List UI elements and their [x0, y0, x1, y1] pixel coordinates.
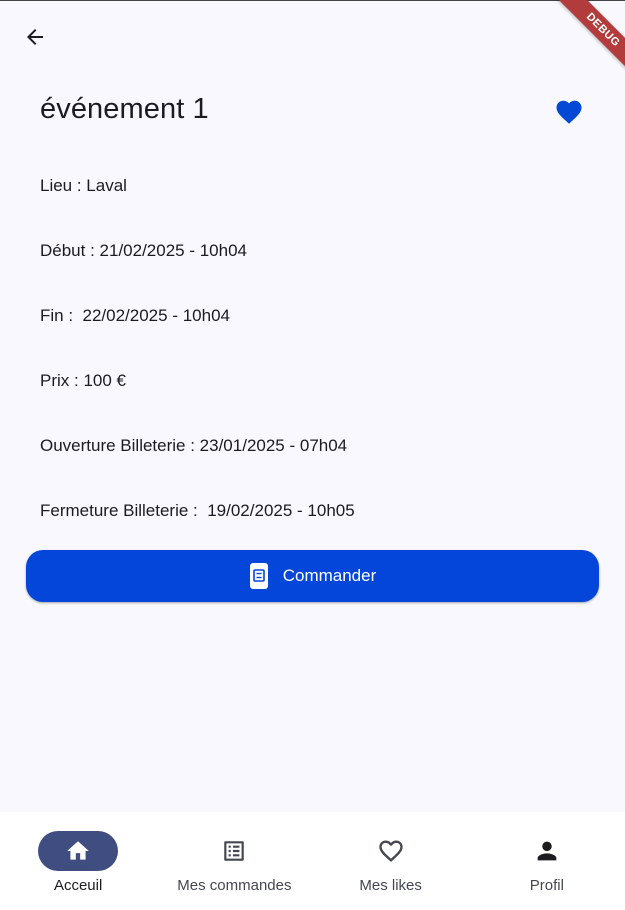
nav-item-mes-likes[interactable]: Mes likes	[313, 812, 469, 910]
nav-item-mes-commandes[interactable]: Mes commandes	[156, 812, 312, 910]
like-button[interactable]	[548, 92, 590, 132]
event-start-date: Début : 21/02/2025 - 10h04	[40, 241, 247, 260]
nav-label-profil: Profil	[529, 877, 564, 894]
debug-banner: DEBUG	[535, 0, 625, 90]
ticketing-opening-date: Ouverture Billeterie : 23/01/2025 - 07h0…	[40, 436, 348, 455]
order-button-label: Commander	[282, 566, 377, 585]
event-detail-screen: événement 1 Lieu : Laval Début : 21/02/2…	[0, 0, 625, 812]
nav-label-mes-likes: Mes likes	[359, 877, 422, 894]
list-alt-icon	[224, 841, 245, 861]
event-end-date: Fin : 22/02/2025 - 10h04	[40, 306, 230, 325]
heart-outline-icon	[378, 840, 403, 862]
bottom-navigation: Acceuil Mes commandes Mes likes Profil	[0, 812, 625, 910]
nav-active-indicator	[38, 831, 119, 871]
nav-label-mes-commandes: Mes commandes	[177, 877, 292, 894]
event-location: Lieu : Laval	[40, 176, 127, 195]
receipt-icon	[249, 562, 269, 590]
home-icon	[67, 841, 89, 860]
person-icon	[537, 841, 557, 861]
back-button[interactable]	[14, 16, 56, 58]
ticketing-closing-date: Fermeture Billeterie : 19/02/2025 - 10h0…	[40, 501, 355, 520]
nav-item-acceuil[interactable]: Acceuil	[0, 812, 156, 910]
nav-item-profil[interactable]: Profil	[469, 812, 625, 910]
arrow-left-icon	[27, 29, 43, 45]
nav-label-acceuil: Acceuil	[53, 877, 103, 894]
event-price: Prix : 100 €	[40, 371, 126, 390]
debug-banner-label: DEBUG	[553, 0, 625, 80]
order-button[interactable]: Commander	[26, 550, 599, 602]
event-title: événement 1	[40, 93, 209, 125]
heart-filled-icon	[556, 100, 582, 124]
